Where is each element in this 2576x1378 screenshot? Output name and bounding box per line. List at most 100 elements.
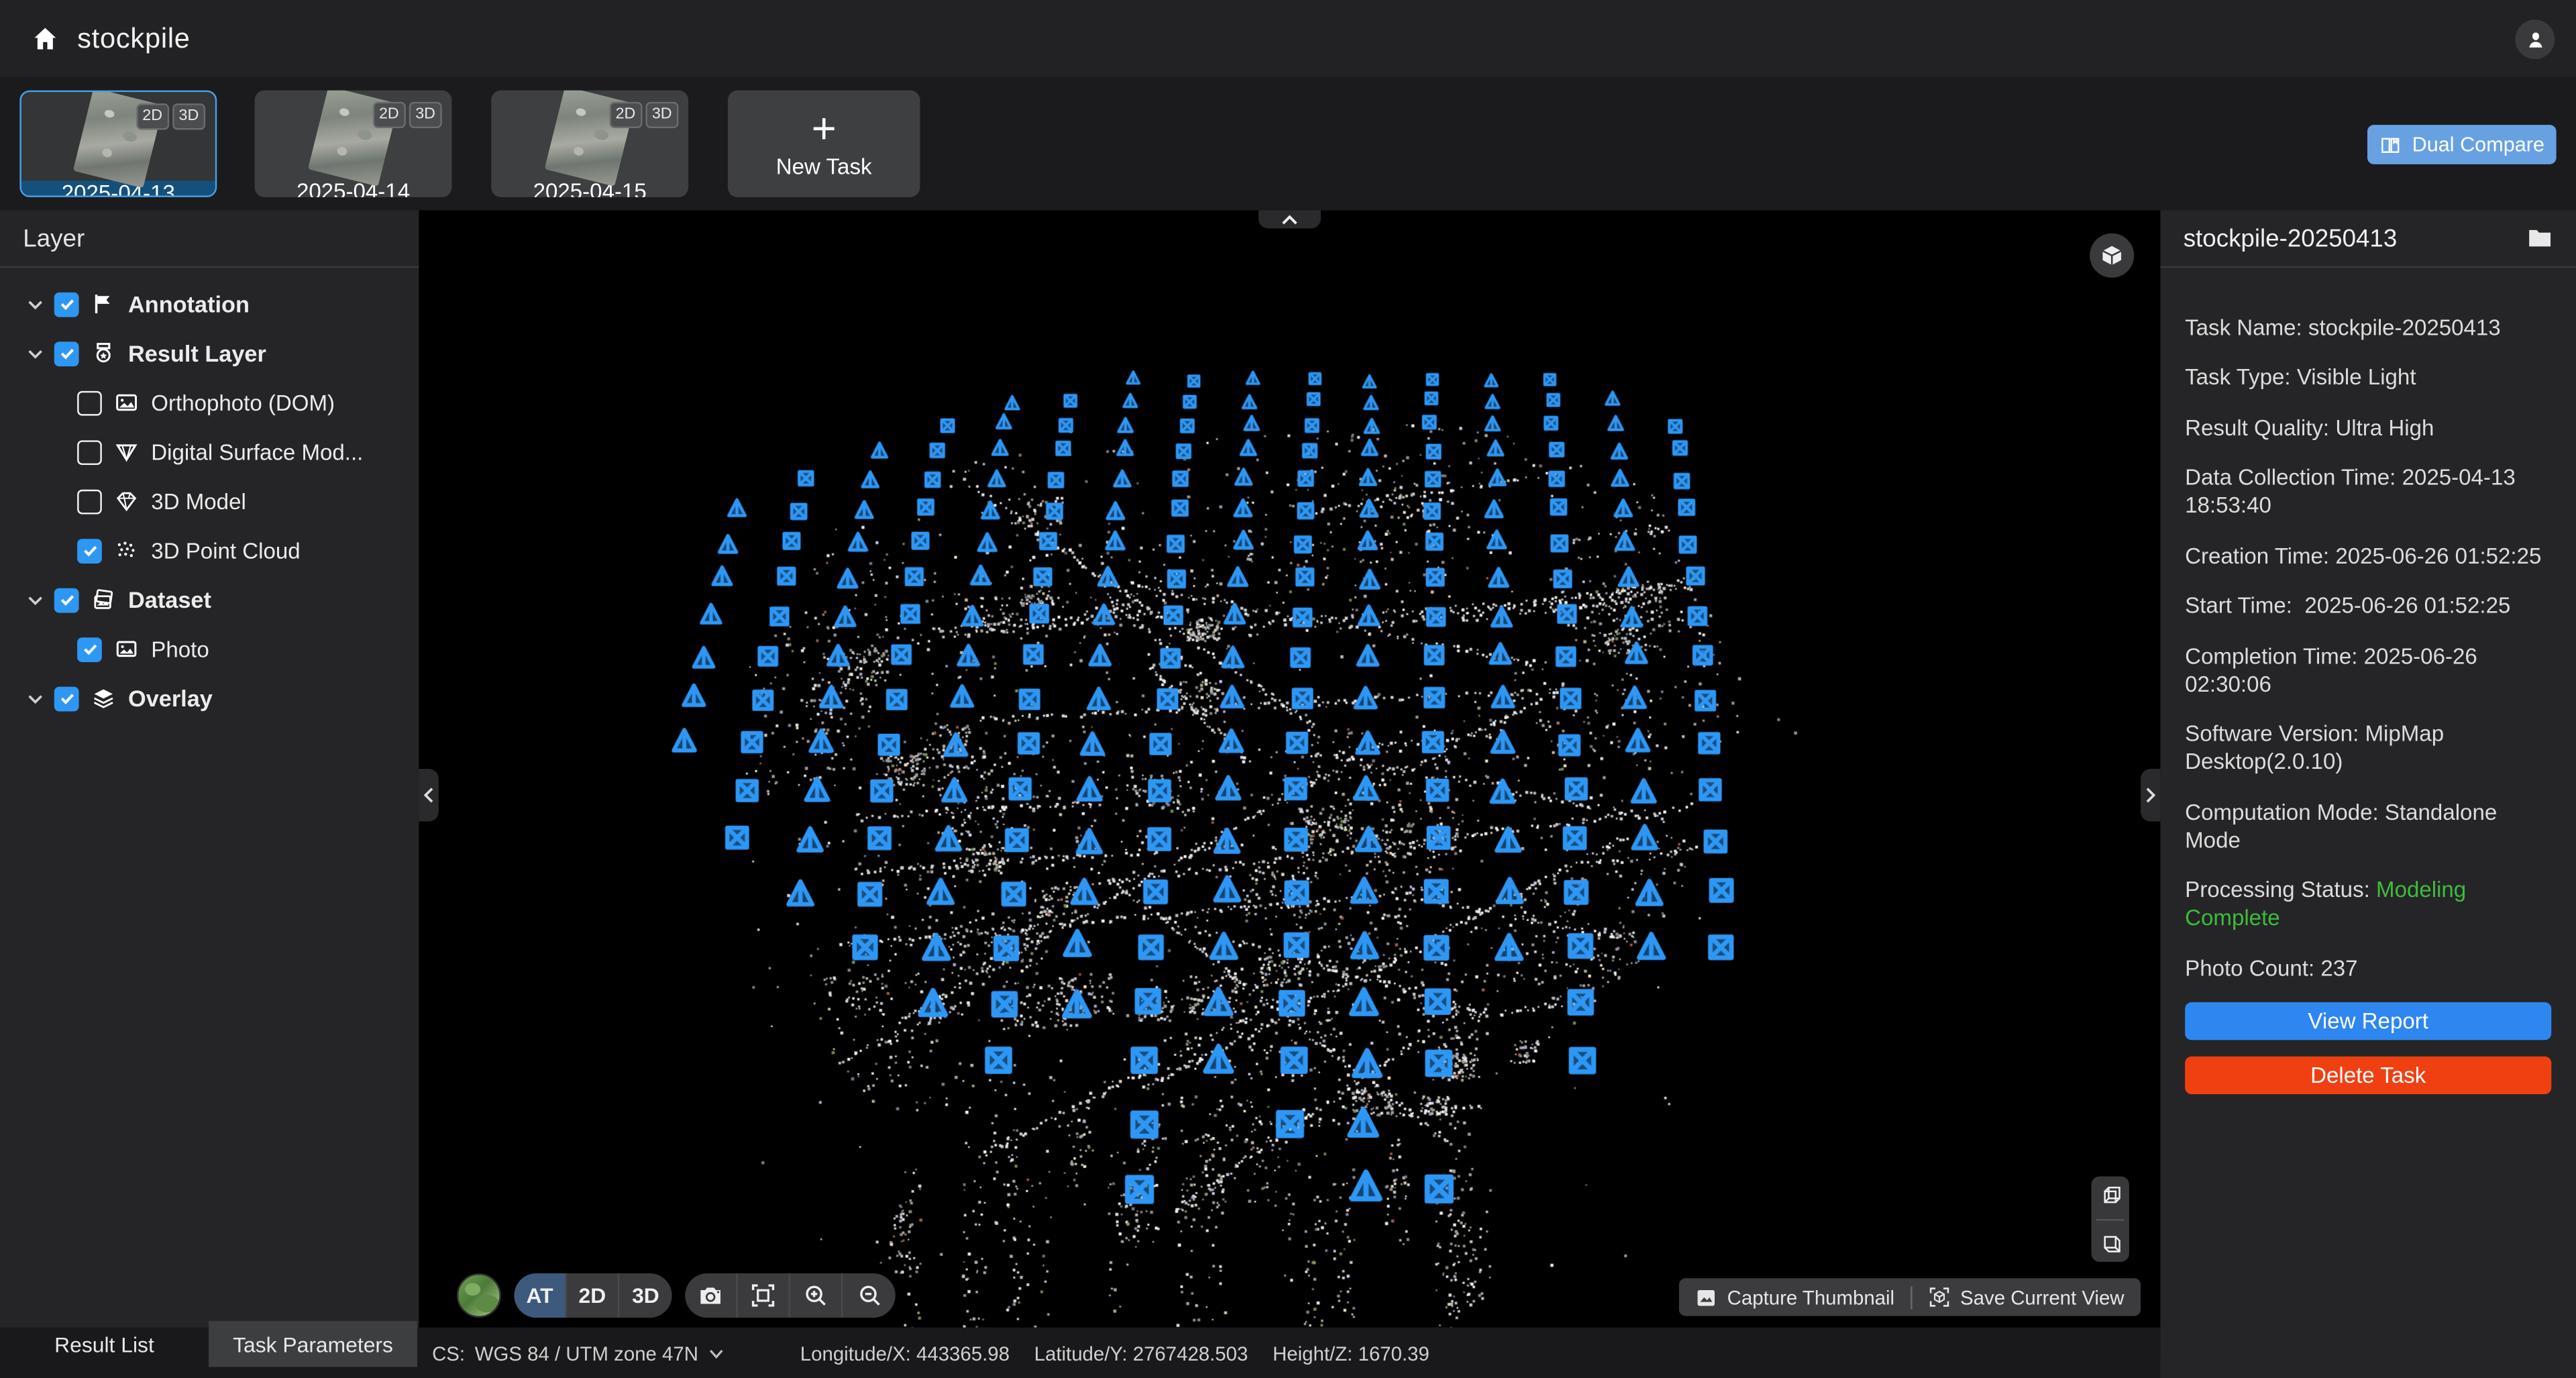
layer-row-dsm[interactable]: Digital Surface Mod... [0, 427, 419, 476]
new-task-button[interactable]: + New Task [728, 91, 920, 197]
checkbox-checked[interactable] [54, 341, 79, 366]
save-view-cube-icon [1929, 1287, 1951, 1308]
layer-label: 3D Model [151, 489, 246, 514]
frame-brackets-icon [751, 1283, 775, 1308]
layer-row-orthophoto[interactable]: Orthophoto (DOM) [0, 378, 419, 427]
chevron-down-icon[interactable] [708, 1346, 724, 1360]
latitude-readout: Latitude/Y: 2767428.503 [1034, 1342, 1248, 1365]
task-tab-2025-04-13[interactable]: 2D 3D 2025-04-13 [19, 91, 217, 197]
home-icon[interactable] [32, 25, 60, 52]
checkbox-checked[interactable] [77, 538, 102, 563]
badge-2d: 2D [609, 102, 642, 127]
chevron-down-icon[interactable] [26, 295, 48, 313]
task-details: Task Name: stockpile-20250413 Task Type:… [2160, 268, 2576, 982]
tab-result-list[interactable]: Result List [0, 1321, 209, 1367]
checkbox-checked[interactable] [54, 686, 79, 710]
layer-row-3d-model[interactable]: 3D Model [0, 476, 419, 525]
photo-icon [113, 636, 140, 662]
dual-compare-button[interactable]: Dual Compare [2367, 125, 2557, 164]
map-thumbnail-button[interactable] [457, 1273, 501, 1318]
checkbox-checked[interactable] [77, 637, 102, 661]
checkbox-unchecked[interactable] [77, 489, 102, 514]
task-tab-bar: 2D 3D 2025-04-13 2D 3D 2025-04-14 2D [0, 77, 2576, 210]
layer-row-3d-point-cloud[interactable]: 3D Point Cloud [0, 526, 419, 575]
wireframe-cube-icon[interactable] [2098, 1182, 2123, 1207]
checkbox-unchecked[interactable] [77, 390, 102, 415]
detail-start-time: Start Time: 2025-06-26 01:52:25 [2185, 592, 2551, 620]
dual-compare-icon [2379, 134, 2402, 156]
layer-row-photo[interactable]: Photo [0, 625, 419, 674]
collapse-right-panel-handle[interactable] [2141, 769, 2160, 821]
3d-viewport[interactable]: AT 2D 3D Capt [419, 210, 2160, 1327]
badge-3d: 3D [172, 103, 205, 129]
badge-3d: 3D [409, 102, 441, 127]
detail-creation-time: Creation Time: 2025-06-26 01:52:25 [2185, 541, 2551, 570]
zoom-in-button[interactable] [790, 1273, 843, 1318]
status-bar: CS: WGS 84 / UTM zone 47N Longitude/X: 4… [432, 1328, 1454, 1378]
fit-view-button[interactable] [738, 1273, 790, 1318]
collapse-left-panel-handle[interactable] [419, 769, 438, 821]
task-thumbnail: 2D 3D [491, 91, 688, 179]
divider [1911, 1285, 1913, 1308]
tab-task-parameters[interactable]: Task Parameters [209, 1321, 417, 1367]
folder-icon[interactable] [2527, 227, 2553, 250]
layer-label: Overlay [128, 685, 213, 711]
image-icon [113, 389, 140, 415]
view-orientation-controls [2092, 1176, 2129, 1261]
user-avatar-icon[interactable] [2515, 19, 2555, 59]
mode-at-button[interactable]: AT [515, 1273, 567, 1318]
view-report-button[interactable]: View Report [2185, 1002, 2551, 1039]
badge-2d: 2D [136, 103, 169, 129]
task-tab-2025-04-14[interactable]: 2D 3D 2025-04-14 [255, 91, 452, 197]
badge-2d: 2D [372, 102, 405, 127]
chevron-down-icon[interactable] [26, 689, 48, 707]
longitude-readout: Longitude/X: 443365.98 [800, 1342, 1010, 1365]
detail-software-version: Software Version: MipMap Desktop(2.0.10) [2185, 720, 2551, 776]
save-current-view-button[interactable]: Save Current View [1929, 1285, 2125, 1308]
image-icon [1696, 1287, 1717, 1307]
layer-panel: Layer Annotation Result Layer Orthophoto… [0, 210, 419, 1327]
checkbox-checked[interactable] [54, 588, 79, 613]
model-3d-icon [113, 488, 140, 514]
chevron-left-icon [422, 787, 435, 803]
capture-thumbnail-button[interactable]: Capture Thumbnail [1696, 1285, 1894, 1308]
task-detail-panel: stockpile-20250413 Task Name: stockpile-… [2160, 210, 2576, 1378]
chevron-down-icon[interactable] [26, 344, 48, 362]
layer-row-annotation[interactable]: Annotation [0, 279, 419, 328]
layer-row-overlay[interactable]: Overlay [0, 674, 419, 723]
task-thumbnail: 2D 3D [21, 92, 215, 180]
wireframe-cube-icon[interactable] [2098, 1232, 2123, 1257]
capture-save-bar: Capture Thumbnail Save Current View [1680, 1278, 2141, 1316]
point-cloud-icon [113, 537, 140, 564]
layer-label: Result Layer [128, 340, 266, 366]
task-panel-title: stockpile-20250413 [2184, 224, 2398, 252]
collapse-top-handle[interactable] [1258, 210, 1321, 228]
surface-model-icon [113, 439, 140, 465]
mode-3d-button[interactable]: 3D [619, 1273, 672, 1318]
task-tab-2025-04-15[interactable]: 2D 3D 2025-04-15 [491, 91, 688, 197]
viewer-toolbar: AT 2D 3D [457, 1273, 896, 1318]
point-cloud-canvas[interactable] [419, 210, 2160, 1327]
delete-task-button[interactable]: Delete Task [2185, 1055, 2551, 1093]
mode-2d-button[interactable]: 2D [567, 1273, 619, 1318]
badge-3d: 3D [645, 102, 678, 127]
flag-icon [91, 290, 117, 317]
task-date-label: 2025-04-14 [255, 179, 452, 197]
chevron-down-icon[interactable] [26, 590, 48, 608]
detail-task-type: Task Type: Visible Light [2185, 363, 2551, 391]
zoom-out-button[interactable] [843, 1273, 895, 1318]
screenshot-camera-button[interactable] [685, 1273, 737, 1318]
view-cube-button[interactable] [2090, 233, 2134, 278]
height-readout: Height/Z: 1670.39 [1273, 1342, 1430, 1365]
layer-row-result-layer[interactable]: Result Layer [0, 329, 419, 378]
top-bar: stockpile [0, 0, 2576, 77]
layers-icon [91, 685, 117, 711]
cs-value[interactable]: WGS 84 / UTM zone 47N [475, 1342, 698, 1365]
layer-row-dataset[interactable]: Dataset [0, 575, 419, 624]
layer-label: Photo [151, 637, 209, 661]
save-current-view-label: Save Current View [1960, 1285, 2124, 1308]
layer-label: 3D Point Cloud [151, 538, 300, 563]
checkbox-unchecked[interactable] [77, 439, 102, 464]
layer-label: Orthophoto (DOM) [151, 390, 335, 415]
checkbox-checked[interactable] [54, 292, 79, 317]
